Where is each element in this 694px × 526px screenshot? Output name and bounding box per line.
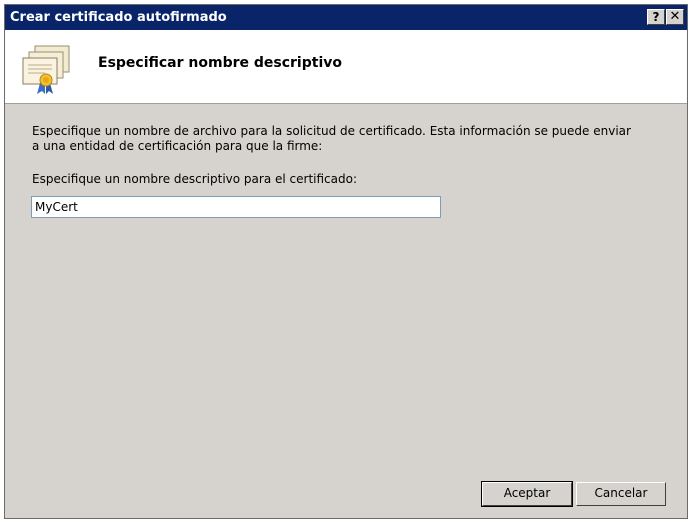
help-button[interactable]: ? [647,9,665,25]
close-icon: ✕ [669,9,681,24]
dialog-window: Crear certificado autofirmado ? ✕ Especi… [4,4,688,519]
accept-button[interactable]: Aceptar [481,481,573,507]
page-title: Especificar nombre descriptivo [98,55,342,71]
title-bar[interactable]: Crear certificado autofirmado ? ✕ [5,5,687,30]
certificate-icon [22,45,70,94]
help-icon: ? [652,10,660,24]
friendly-name-input[interactable] [31,196,441,218]
cancel-button[interactable]: Cancelar [576,482,666,506]
description-text: Especifique un nombre de archivo para la… [32,124,631,153]
window-title: Crear certificado autofirmado [10,10,227,25]
wizard-header: Especificar nombre descriptivo [5,30,687,104]
close-button[interactable]: ✕ [666,9,684,25]
wizard-content: Especifique un nombre de archivo para la… [5,104,687,518]
friendly-name-label: Especifique un nombre descriptivo para e… [32,172,357,186]
